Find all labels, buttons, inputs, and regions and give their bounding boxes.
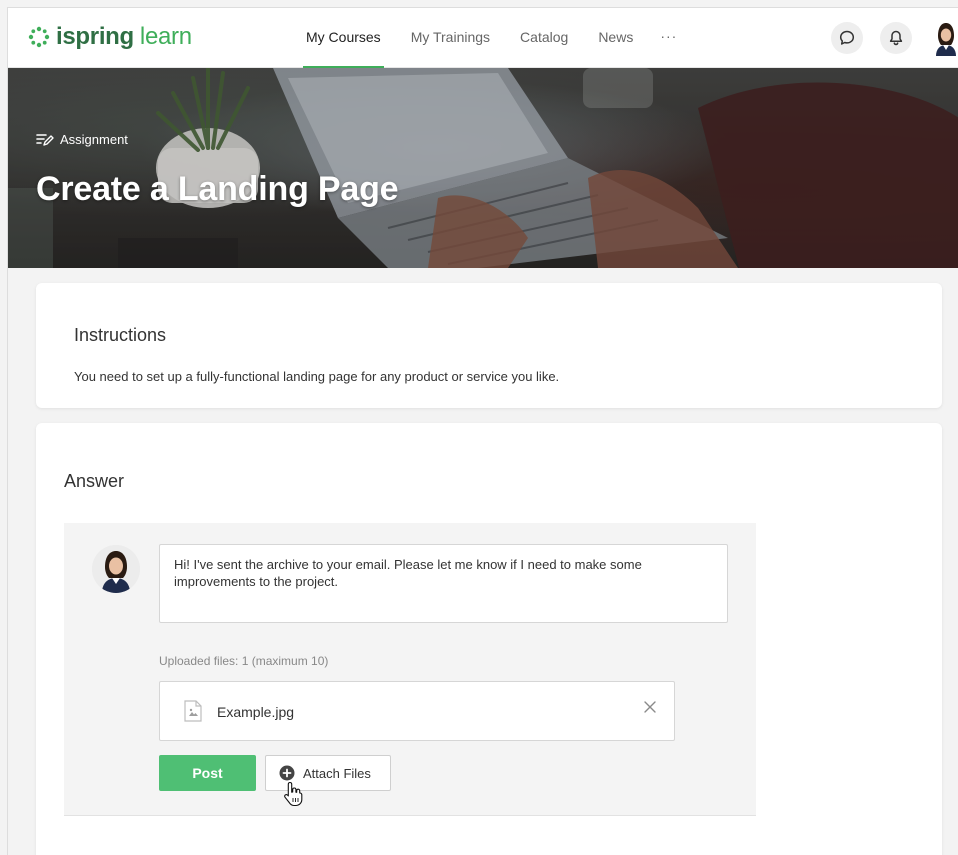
bell-icon (889, 30, 903, 46)
uploaded-files-label: Uploaded files: 1 (maximum 10) (159, 654, 329, 668)
nav-news[interactable]: News (583, 8, 648, 68)
image-file-icon (184, 700, 202, 722)
post-button[interactable]: Post (159, 755, 256, 791)
file-name: Example.jpg (217, 704, 295, 720)
instructions-text: You need to set up a fully-functional la… (74, 369, 560, 384)
instructions-card: Instructions You need to set up a fully-… (36, 283, 942, 408)
attach-files-label: Attach Files (303, 765, 371, 781)
ispring-logo-icon (28, 26, 50, 48)
chat-button[interactable] (831, 22, 863, 54)
notifications-button[interactable] (880, 22, 912, 54)
answer-title: Answer (64, 471, 125, 491)
assignment-tag-label: Assignment (60, 132, 128, 147)
nav-my-courses[interactable]: My Courses (291, 8, 396, 69)
logo-word-learn: learn (139, 23, 192, 50)
remove-file-icon[interactable] (643, 700, 657, 714)
main-nav: My Courses My Trainings Catalog News ··· (291, 8, 689, 69)
assignment-tag: Assignment (36, 132, 128, 147)
logo-word-ispring: ispring (56, 23, 134, 50)
chat-icon (839, 30, 855, 45)
page-title: Create a Landing Page (36, 170, 399, 208)
hero-banner: Assignment Create a Landing Page (8, 68, 958, 268)
app-window: ispring learn My Courses My Trainings Cat… (7, 7, 958, 855)
uploaded-file-item: Example.jpg (159, 681, 675, 741)
user-avatar[interactable] (930, 20, 958, 56)
hand-cursor-icon (284, 781, 303, 807)
instructions-title: Instructions (74, 325, 167, 345)
hero-background-image (8, 68, 958, 268)
answer-compose-area: Hi! I've sent the archive to your email.… (64, 523, 756, 816)
author-avatar (92, 545, 140, 593)
nav-catalog[interactable]: Catalog (505, 8, 583, 68)
nav-more-button[interactable]: ··· (648, 8, 689, 68)
top-navigation-bar: ispring learn My Courses My Trainings Cat… (8, 8, 958, 69)
nav-my-trainings[interactable]: My Trainings (396, 8, 505, 68)
user-avatar-icon (936, 23, 956, 56)
answer-text-input[interactable]: Hi! I've sent the archive to your email.… (159, 544, 728, 623)
ispring-learn-logo[interactable]: ispring learn (28, 23, 192, 51)
author-avatar-icon (92, 545, 140, 593)
plus-circle-icon (279, 765, 295, 781)
assignment-icon (36, 133, 54, 146)
answer-card: Answer Hi! I've sent the archive to your… (36, 423, 942, 855)
